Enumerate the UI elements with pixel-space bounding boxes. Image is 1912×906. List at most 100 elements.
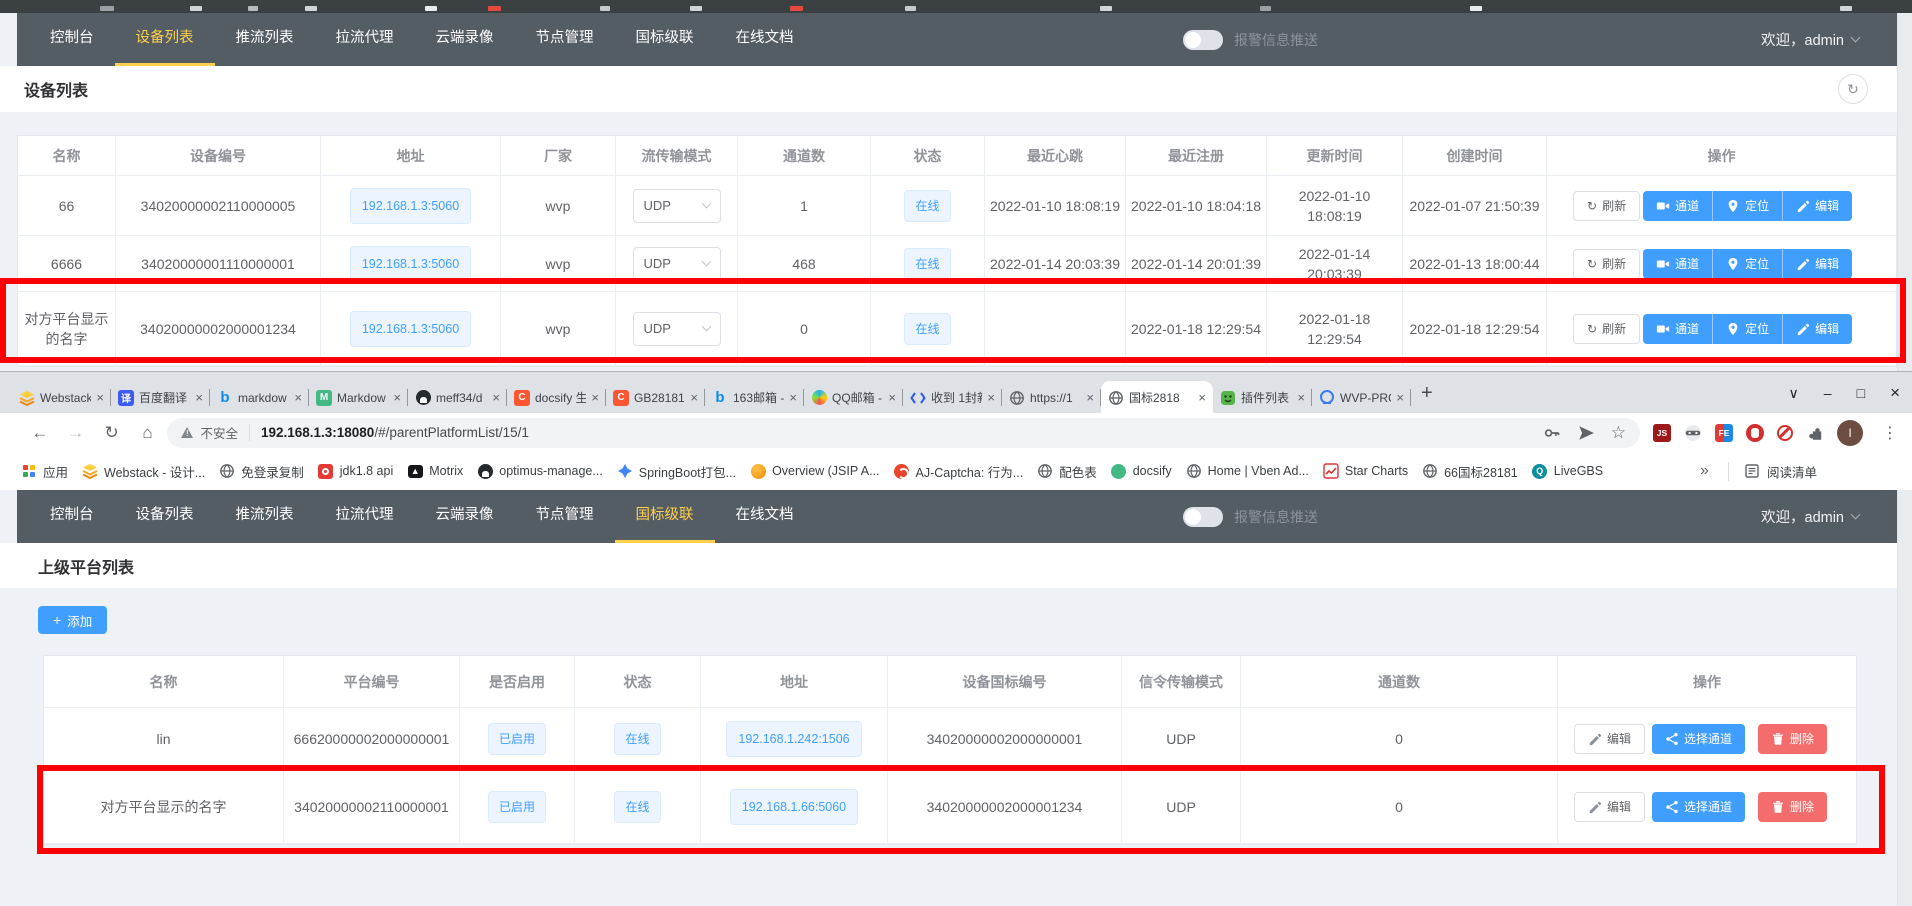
nav-item-push-list[interactable]: 推流列表: [215, 13, 315, 66]
tab-close-icon[interactable]: ×: [888, 390, 896, 405]
edit-button[interactable]: 编辑: [1782, 314, 1852, 344]
nav-item-push-list[interactable]: 推流列表: [215, 490, 315, 543]
tab-close-icon[interactable]: ×: [294, 390, 302, 405]
bookmark-item[interactable]: optimus-manage...: [470, 460, 610, 482]
bookmark-item[interactable]: QLiveGBS: [1525, 460, 1610, 482]
user-menu[interactable]: 欢迎，admin: [1761, 490, 1859, 543]
tab-close-icon[interactable]: ×: [690, 390, 698, 405]
maximize-button[interactable]: □: [1857, 385, 1865, 401]
bookmark-item[interactable]: Overview (JSIP A...: [743, 460, 886, 482]
edit-button[interactable]: 编辑: [1782, 191, 1852, 221]
fe-extension-icon[interactable]: FE: [1715, 424, 1733, 442]
browser-tab[interactable]: 插件列表×: [1213, 381, 1312, 414]
nav-item-device-list[interactable]: 设备列表: [115, 490, 215, 543]
security-label[interactable]: 不安全: [200, 423, 238, 442]
home-icon[interactable]: ⌂: [130, 423, 166, 443]
scrollbar[interactable]: [1897, 13, 1912, 371]
nav-item-node-manage[interactable]: 节点管理: [515, 490, 615, 543]
locate-button[interactable]: 定位: [1712, 191, 1782, 221]
refresh-button[interactable]: ↻刷新: [1573, 249, 1640, 279]
browser-tab[interactable]: MMarkdow×: [309, 381, 408, 414]
blocker-extension-icon[interactable]: [1777, 425, 1793, 441]
browser-tab[interactable]: https://1×: [1002, 381, 1101, 414]
nav-item-online-doc[interactable]: 在线文档: [715, 490, 815, 543]
tab-close-icon[interactable]: ×: [492, 390, 500, 405]
address-tag[interactable]: 192.168.1.242:1506: [726, 721, 861, 757]
new-tab-button[interactable]: +: [1421, 382, 1433, 405]
nav-item-online-doc[interactable]: 在线文档: [715, 13, 815, 66]
refresh-button[interactable]: ↻刷新: [1573, 314, 1640, 344]
browser-tab[interactable]: CGB28181×: [606, 381, 705, 414]
bookmark-star-icon[interactable]: ☆: [1611, 423, 1626, 443]
browser-tab[interactable]: b163邮箱 -×: [705, 381, 804, 414]
tab-close-icon[interactable]: ×: [987, 390, 995, 405]
select-channel-button[interactable]: 选择通道: [1652, 792, 1745, 822]
nav-item-cloud-record[interactable]: 云端录像: [415, 13, 515, 66]
nav-item-pull-proxy[interactable]: 拉流代理: [315, 490, 415, 543]
scrollbar[interactable]: [1897, 490, 1912, 906]
nav-item-console[interactable]: 控制台: [29, 13, 115, 66]
refresh-button[interactable]: ↻刷新: [1573, 191, 1640, 221]
incognito-extension-icon[interactable]: [1684, 424, 1702, 442]
edit-button[interactable]: 编辑: [1782, 249, 1852, 279]
back-icon[interactable]: ←: [22, 423, 58, 443]
key-icon[interactable]: [1543, 424, 1561, 442]
browser-tab[interactable]: Webstack×: [12, 381, 111, 414]
locate-button[interactable]: 定位: [1712, 314, 1782, 344]
alarm-push-toggle[interactable]: [1183, 30, 1223, 50]
address-tag[interactable]: 192.168.1.3:5060: [350, 246, 471, 282]
browser-tab[interactable]: 译百度翻译×: [111, 381, 210, 414]
adblock-hand-icon[interactable]: [1746, 424, 1764, 442]
browser-tab-active[interactable]: 国标2818×: [1101, 381, 1213, 414]
edit-button[interactable]: 编辑: [1574, 792, 1645, 822]
alarm-push-toggle[interactable]: [1183, 507, 1223, 527]
browser-profile-avatar[interactable]: I: [1837, 420, 1863, 446]
channel-button[interactable]: 通道: [1643, 191, 1712, 221]
bookmark-item[interactable]: AJ-Captcha: 行为...: [887, 459, 1031, 484]
stream-mode-select[interactable]: UDP: [633, 189, 721, 223]
add-platform-button[interactable]: +添加: [38, 606, 107, 634]
nav-item-pull-proxy[interactable]: 拉流代理: [315, 13, 415, 66]
refresh-page-button[interactable]: ↻: [1838, 74, 1868, 104]
address-tag[interactable]: 192.168.1.3:5060: [350, 311, 471, 347]
forward-icon[interactable]: →: [58, 423, 94, 443]
stream-mode-select[interactable]: UDP: [633, 247, 721, 281]
bookmark-item[interactable]: 配色表: [1030, 459, 1104, 484]
bookmark-item[interactable]: Webstack - 设计...: [75, 459, 212, 484]
nav-item-node-manage[interactable]: 节点管理: [515, 13, 615, 66]
bookmark-item[interactable]: Star Charts: [1316, 460, 1415, 482]
bookmark-item[interactable]: 免登录复制: [212, 459, 311, 484]
locate-button[interactable]: 定位: [1712, 249, 1782, 279]
extensions-puzzle-icon[interactable]: [1806, 424, 1824, 442]
close-button[interactable]: ×: [1890, 383, 1900, 403]
tab-close-icon[interactable]: ×: [1198, 390, 1206, 405]
bookmark-item[interactable]: 66国标28181: [1415, 459, 1525, 484]
tab-search-icon[interactable]: ∨: [1789, 385, 1799, 402]
reading-list-button[interactable]: 阅读清单: [1744, 462, 1817, 481]
stream-mode-select[interactable]: UDP: [633, 312, 721, 346]
browser-menu-icon[interactable]: ⋮: [1882, 423, 1898, 443]
nav-item-gb-cascade[interactable]: 国标级联: [615, 13, 715, 66]
js-extension-icon[interactable]: JS: [1653, 424, 1671, 442]
bookmark-apps[interactable]: 应用: [14, 459, 75, 484]
tab-close-icon[interactable]: ×: [1297, 390, 1305, 405]
minimize-button[interactable]: –: [1824, 385, 1832, 401]
nav-item-gb-cascade[interactable]: 国标级联: [615, 490, 715, 543]
delete-button[interactable]: 删除: [1758, 724, 1827, 754]
nav-item-device-list[interactable]: 设备列表: [115, 13, 215, 66]
channel-button[interactable]: 通道: [1643, 314, 1712, 344]
channel-button[interactable]: 通道: [1643, 249, 1712, 279]
browser-tab[interactable]: Cdocsify 生×: [507, 381, 606, 414]
address-tag[interactable]: 192.168.1.66:5060: [730, 789, 858, 825]
browser-tab[interactable]: 收到 1封新×: [903, 381, 1002, 414]
send-icon[interactable]: [1577, 424, 1595, 442]
nav-item-console[interactable]: 控制台: [29, 490, 115, 543]
browser-tab[interactable]: QQ邮箱 -×: [804, 381, 903, 414]
delete-button[interactable]: 删除: [1758, 792, 1827, 822]
bookmark-item[interactable]: docsify: [1104, 460, 1179, 482]
bookmarks-overflow-icon[interactable]: »: [1700, 462, 1709, 480]
tab-close-icon[interactable]: ×: [96, 390, 104, 405]
nav-item-cloud-record[interactable]: 云端录像: [415, 490, 515, 543]
tab-close-icon[interactable]: ×: [789, 390, 797, 405]
bookmark-item[interactable]: Home | Vben Ad...: [1179, 460, 1316, 482]
